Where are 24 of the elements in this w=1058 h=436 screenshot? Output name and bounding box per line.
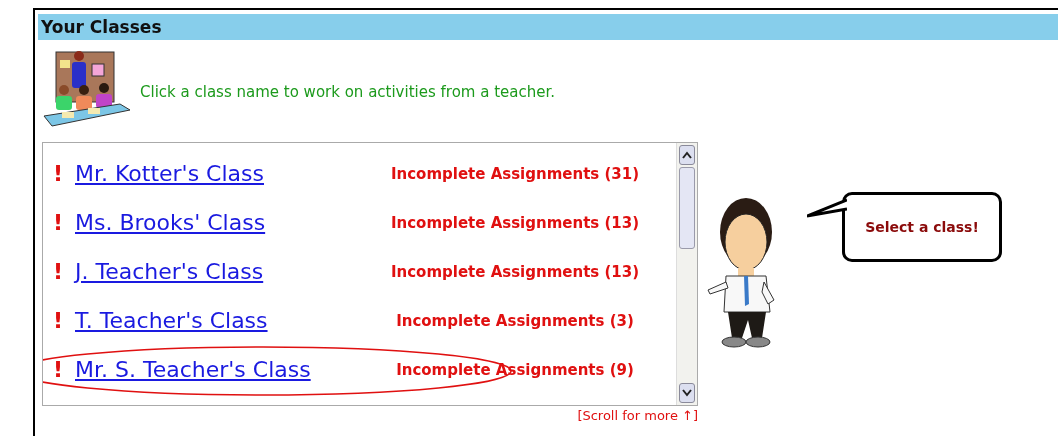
assignment-status: Incomplete Assignments (13) <box>389 213 641 232</box>
chevron-down-icon <box>681 389 693 397</box>
section-title: Your Classes <box>41 17 162 37</box>
scroll-down-button[interactable] <box>679 383 695 403</box>
assignment-status: Incomplete Assignments (31) <box>389 164 641 183</box>
alert-mark: ! <box>53 357 65 382</box>
class-link[interactable]: J. Teacher's Class <box>75 259 360 284</box>
class-link[interactable]: T. Teacher's Class <box>75 308 360 333</box>
assignment-status: Incomplete Assignments (3) <box>395 311 635 330</box>
class-link[interactable]: Mr. Kotter's Class <box>75 161 360 186</box>
alert-mark: ! <box>53 308 65 333</box>
scroll-thumb[interactable] <box>679 167 695 249</box>
speech-bubble-text: Select a class! <box>865 219 979 235</box>
instruction-text: Click a class name to work on activities from a teacher. <box>140 83 555 101</box>
alert-mark: ! <box>53 259 65 284</box>
scroll-up-button[interactable] <box>679 145 695 165</box>
chevron-up-icon <box>681 151 693 159</box>
alert-mark: ! <box>53 161 65 186</box>
alert-mark: ! <box>53 210 65 235</box>
class-link[interactable]: Ms. Brooks' Class <box>75 210 360 235</box>
class-link[interactable]: Mr. S. Teacher's Class <box>75 357 360 382</box>
scrollbar[interactable] <box>676 143 697 405</box>
assignment-status: Incomplete Assignments (13) <box>389 262 641 281</box>
scroll-hint[interactable]: [Scroll for more ↑] <box>577 408 698 423</box>
